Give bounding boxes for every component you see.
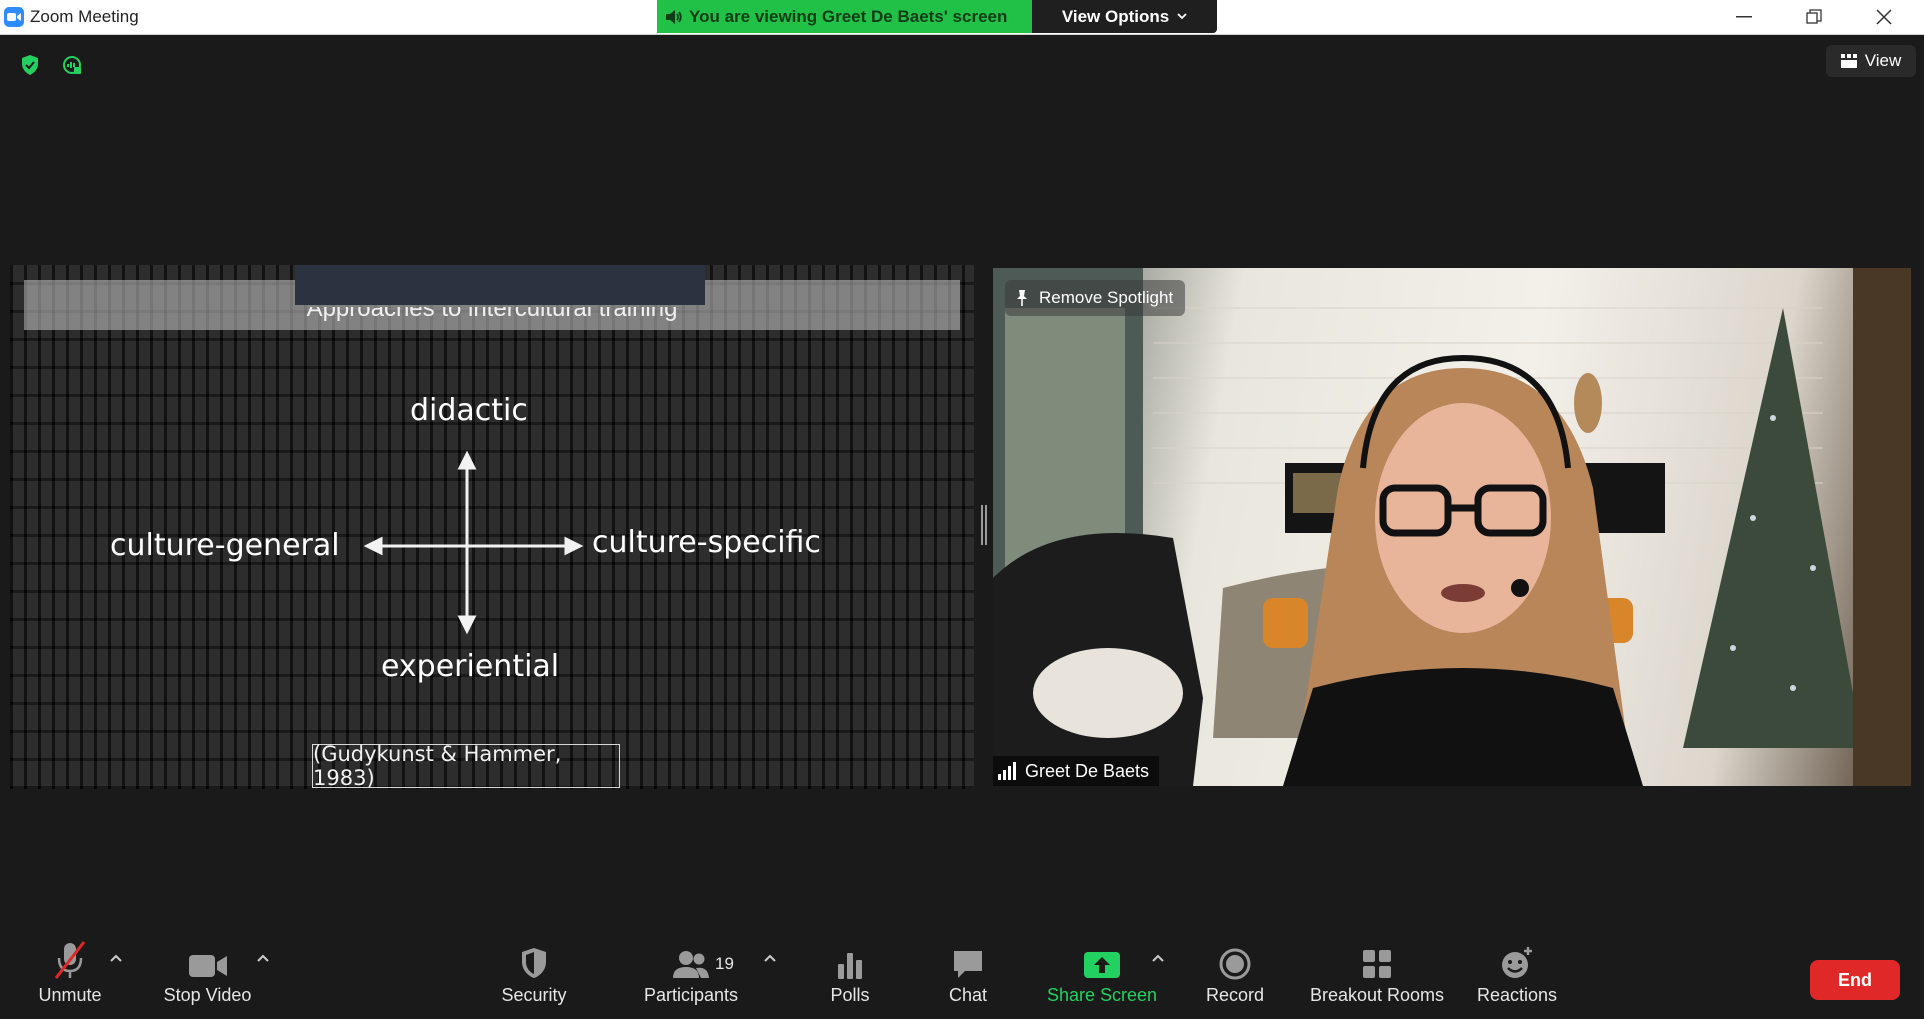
banner-text: You are viewing Greet De Baets' screen bbox=[689, 6, 1008, 26]
unmute-button[interactable]: Unmute bbox=[25, 930, 115, 1019]
reaction-smiley-icon bbox=[1500, 936, 1534, 980]
screen-share-banner: You are viewing Greet De Baets' screen bbox=[657, 0, 1032, 33]
polls-label: Polls bbox=[830, 985, 870, 1005]
encryption-shield-icon[interactable] bbox=[15, 50, 45, 80]
speaker-video-tile[interactable]: Remove Spotlight Greet De Baets bbox=[993, 268, 1911, 786]
record-label: Record bbox=[1205, 985, 1265, 1005]
pin-icon bbox=[1017, 290, 1027, 306]
reactions-label: Reactions bbox=[1476, 985, 1558, 1005]
speaker-icon bbox=[665, 9, 683, 25]
minimize-button[interactable] bbox=[1714, 0, 1774, 34]
security-button[interactable]: Security bbox=[490, 930, 578, 1019]
stop-video-button[interactable]: Stop Video bbox=[155, 930, 260, 1019]
restore-button[interactable] bbox=[1784, 0, 1844, 34]
remove-spotlight-button[interactable]: Remove Spotlight bbox=[1005, 280, 1186, 316]
view-button[interactable]: View bbox=[1826, 45, 1916, 77]
breakout-rooms-icon bbox=[1361, 936, 1393, 980]
shield-icon bbox=[519, 936, 549, 980]
chat-bubble-icon bbox=[951, 936, 985, 980]
bar-chart-icon bbox=[835, 936, 865, 980]
window-title: Zoom Meeting bbox=[30, 7, 139, 26]
chevron-up-icon bbox=[257, 954, 269, 962]
recording-status-icon[interactable] bbox=[57, 50, 87, 80]
shared-screen[interactable]: Approaches to intercultural training did… bbox=[10, 265, 974, 789]
end-meeting-button[interactable]: End bbox=[1810, 960, 1900, 1000]
participants-count: 19 bbox=[715, 954, 734, 973]
participants-label: Participants bbox=[643, 985, 739, 1005]
chevron-up-icon bbox=[1152, 954, 1164, 962]
share-screen-button[interactable]: Share Screen bbox=[1043, 930, 1161, 1019]
security-label: Security bbox=[501, 985, 567, 1005]
reactions-button[interactable]: Reactions bbox=[1472, 930, 1562, 1019]
minimize-icon bbox=[1736, 16, 1752, 18]
breakout-rooms-label: Breakout Rooms bbox=[1309, 985, 1445, 1005]
breakout-rooms-button[interactable]: Breakout Rooms bbox=[1307, 930, 1447, 1019]
restore-icon bbox=[1806, 9, 1822, 24]
signal-strength-icon bbox=[998, 762, 1016, 780]
grid-view-icon bbox=[1840, 54, 1857, 68]
remove-spotlight-label: Remove Spotlight bbox=[1039, 288, 1174, 307]
meeting-toolbar: Unmute Stop Video Security Participants … bbox=[0, 930, 1924, 1019]
record-icon bbox=[1219, 936, 1251, 980]
label-culture-specific: culture-specific bbox=[592, 525, 821, 560]
label-didactic: didactic bbox=[410, 393, 528, 428]
participant-name: Greet De Baets bbox=[1025, 760, 1150, 781]
participants-options-caret[interactable] bbox=[762, 952, 778, 964]
chat-label: Chat bbox=[948, 985, 988, 1005]
close-icon bbox=[1876, 9, 1892, 25]
audio-options-caret[interactable] bbox=[108, 952, 124, 964]
label-culture-general: culture-general bbox=[110, 528, 340, 563]
panel-splitter-handle[interactable] bbox=[981, 505, 987, 545]
unmute-label: Unmute bbox=[38, 985, 102, 1005]
speaker-video-frame bbox=[993, 268, 1911, 786]
label-experiential: experiential bbox=[381, 649, 560, 684]
view-options-button[interactable]: View Options bbox=[1032, 0, 1217, 33]
title-bar: Zoom Meeting You are viewing Greet De Ba… bbox=[0, 0, 1924, 35]
citation-box: (Gudykunst & Hammer, 1983) bbox=[312, 742, 620, 789]
chevron-up-icon bbox=[764, 954, 776, 962]
video-options-caret[interactable] bbox=[255, 952, 271, 964]
share-screen-label: Share Screen bbox=[1046, 985, 1158, 1005]
chat-button[interactable]: Chat bbox=[928, 930, 1008, 1019]
stop-video-label: Stop Video bbox=[163, 985, 252, 1005]
participant-name-tag: Greet De Baets bbox=[993, 756, 1160, 786]
record-button[interactable]: Record bbox=[1195, 930, 1275, 1019]
muted-microphone-icon bbox=[52, 936, 88, 980]
participants-icon bbox=[672, 936, 710, 980]
share-screen-options-caret[interactable] bbox=[1150, 952, 1166, 964]
view-options-label: View Options bbox=[1061, 6, 1170, 26]
chevron-down-icon bbox=[1177, 13, 1187, 20]
view-label: View bbox=[1864, 51, 1902, 70]
polls-button[interactable]: Polls bbox=[810, 930, 890, 1019]
participants-button[interactable]: Participants bbox=[636, 930, 746, 1019]
axes-diagram bbox=[363, 450, 584, 635]
close-button[interactable] bbox=[1854, 0, 1914, 34]
chevron-up-icon bbox=[110, 954, 122, 962]
share-screen-icon bbox=[1083, 936, 1121, 980]
zoom-logo-icon bbox=[4, 7, 24, 27]
video-camera-icon bbox=[188, 936, 228, 980]
